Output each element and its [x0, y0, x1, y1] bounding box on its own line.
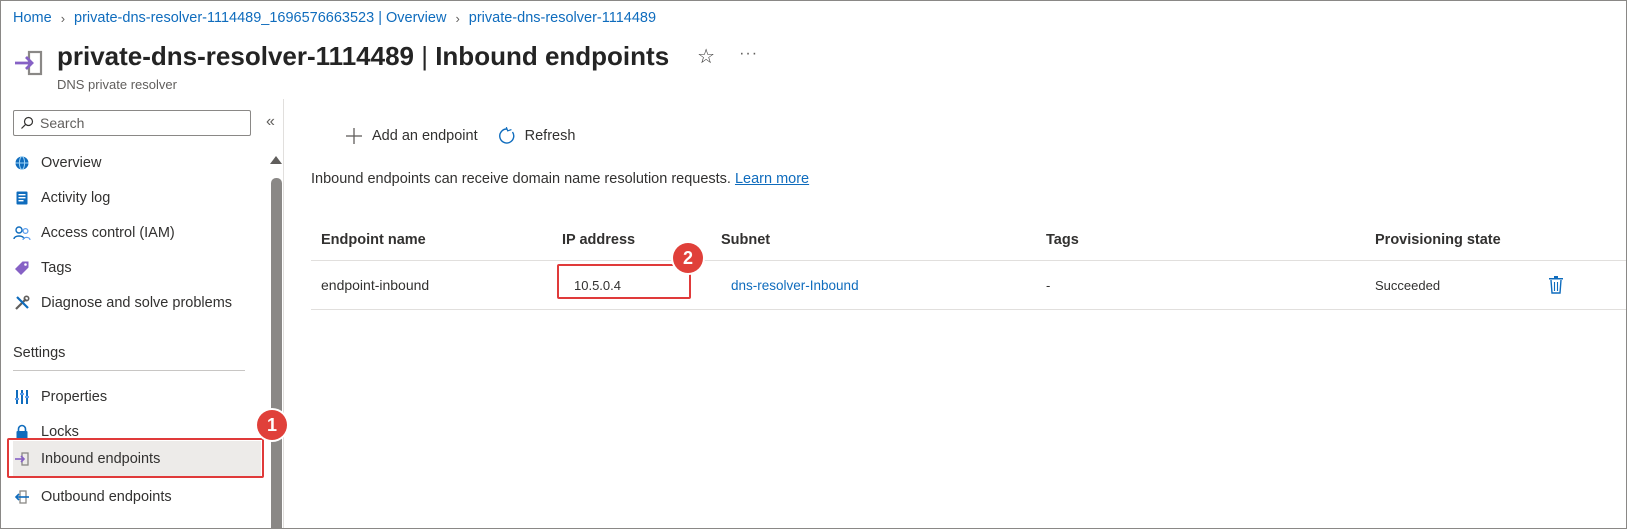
- search-input[interactable]: [40, 115, 240, 131]
- plus-icon: [346, 128, 362, 144]
- sidebar-item-label: Diagnose and solve problems: [41, 295, 233, 311]
- section-divider: [13, 370, 245, 371]
- search-icon: [21, 116, 34, 129]
- step-badge-1: 1: [257, 410, 287, 440]
- refresh-icon: [498, 127, 515, 144]
- resource-name: private-dns-resolver-1114489: [57, 41, 414, 71]
- pane-divider: [283, 99, 284, 528]
- outbound-icon: [13, 488, 31, 506]
- chevron-right-icon: ›: [60, 10, 66, 26]
- command-bar: Add an endpoint Refresh: [345, 127, 575, 145]
- sidebar-scrollbar[interactable]: [271, 178, 282, 528]
- page-title: private-dns-resolver-1114489 | Inbound e…: [57, 41, 669, 72]
- breadcrumb: Home › private-dns-resolver-1114489_1696…: [13, 10, 656, 26]
- sidebar-item-outbound-endpoints[interactable]: Outbound endpoints: [13, 480, 261, 514]
- portal-window: Home › private-dns-resolver-1114489_1696…: [0, 0, 1627, 529]
- settings-section-heading: Settings: [13, 345, 66, 361]
- refresh-button[interactable]: Refresh: [498, 127, 576, 145]
- table-row[interactable]: endpoint-inbound 10.5.0.4 dns-resolver-I…: [311, 261, 1626, 310]
- endpoints-table: Endpoint name IP address Subnet Tags Pro…: [311, 219, 1626, 310]
- learn-more-link[interactable]: Learn more: [735, 171, 809, 187]
- sidebar-item-tags[interactable]: Tags: [13, 251, 261, 285]
- add-endpoint-label: Add an endpoint: [372, 128, 478, 144]
- more-options-button[interactable]: ···: [739, 45, 758, 63]
- description-text: Inbound endpoints can receive domain nam…: [311, 171, 731, 187]
- breadcrumb-overview[interactable]: private-dns-resolver-1114489_16965766635…: [74, 10, 446, 26]
- table-header: Endpoint name IP address Subnet Tags Pro…: [311, 219, 1626, 261]
- endpoint-name-cell[interactable]: endpoint-inbound: [321, 261, 429, 309]
- sidebar-item-label: Tags: [41, 260, 72, 276]
- add-endpoint-button[interactable]: Add an endpoint: [345, 127, 478, 145]
- people-icon: [13, 224, 31, 242]
- column-header-tags[interactable]: Tags: [1046, 219, 1079, 260]
- column-header-ip-address[interactable]: IP address: [562, 219, 635, 260]
- subnet-link[interactable]: dns-resolver-Inbound: [731, 261, 859, 309]
- sidebar-item-activity-log[interactable]: Activity log: [13, 181, 261, 215]
- resource-type-subtitle: DNS private resolver: [57, 77, 177, 92]
- title-separator: |: [414, 41, 436, 71]
- sidebar-item-label: Activity log: [41, 190, 111, 206]
- highlight-box-ip-address: [557, 264, 691, 299]
- document-icon: [13, 189, 31, 207]
- star-icon[interactable]: ☆: [697, 44, 715, 69]
- page-header: private-dns-resolver-1114489 | Inbound e…: [57, 41, 758, 72]
- chevron-right-icon: ›: [455, 10, 460, 26]
- sidebar-item-label: Access control (IAM): [41, 225, 175, 241]
- inbound-endpoint-resource-icon: [15, 50, 43, 76]
- provisioning-state-cell: Succeeded: [1375, 277, 1441, 293]
- sidebar-item-overview[interactable]: Overview: [13, 146, 261, 180]
- properties-icon: [13, 388, 31, 406]
- wrench-icon: [13, 294, 31, 312]
- highlight-box-inbound-endpoints: [7, 438, 264, 478]
- sidebar-item-access-control[interactable]: Access control (IAM): [13, 216, 261, 250]
- delete-icon[interactable]: [1548, 276, 1564, 294]
- blade-name: Inbound endpoints: [435, 41, 670, 71]
- breadcrumb-resource[interactable]: private-dns-resolver-1114489: [469, 10, 656, 26]
- sidebar-item-label: Properties: [41, 389, 108, 405]
- sidebar-item-label: Overview: [41, 155, 102, 171]
- column-header-endpoint-name[interactable]: Endpoint name: [321, 219, 426, 260]
- sidebar-item-label: Outbound endpoints: [41, 489, 172, 505]
- refresh-label: Refresh: [524, 128, 576, 144]
- tag-icon: [13, 259, 31, 277]
- column-header-provisioning-state[interactable]: Provisioning state: [1375, 219, 1501, 260]
- breadcrumb-home[interactable]: Home: [13, 10, 52, 26]
- collapse-sidebar-button[interactable]: «: [266, 113, 275, 131]
- sidebar-item-properties[interactable]: Properties: [13, 380, 261, 414]
- globe-icon: [13, 154, 31, 172]
- description: Inbound endpoints can receive domain nam…: [311, 171, 809, 187]
- scroll-up-arrow-icon[interactable]: [270, 156, 282, 164]
- column-header-subnet[interactable]: Subnet: [721, 219, 770, 260]
- sidebar-search[interactable]: [13, 110, 251, 136]
- sidebar-item-diagnose[interactable]: Diagnose and solve problems: [13, 286, 261, 320]
- step-badge-2: 2: [673, 243, 703, 273]
- tags-cell: -: [1046, 277, 1051, 293]
